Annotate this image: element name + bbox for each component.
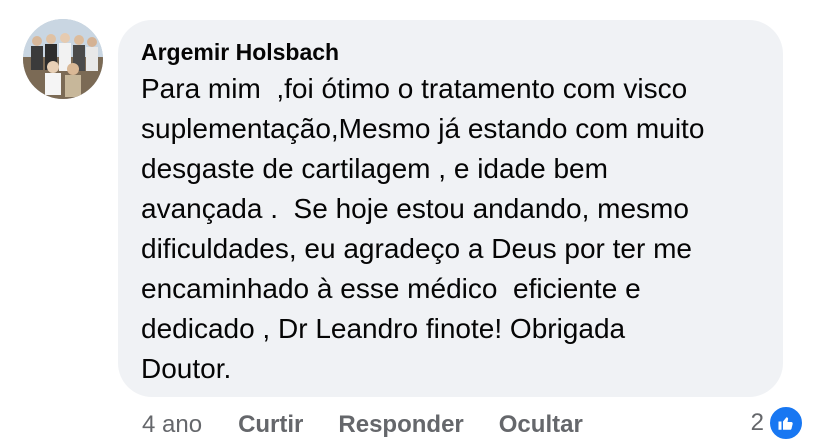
comment-actions: 4 ano Curtir Responder Ocultar [142,409,618,441]
like-icon [768,405,804,441]
timestamp[interactable]: 4 ano [142,411,202,439]
author-name[interactable]: Argemir Holsbach [141,38,759,66]
comment-bubble: Argemir Holsbach Para mim ,foi ótimo o t… [118,20,783,397]
thumbs-up-icon [778,417,793,430]
avatar[interactable] [23,19,103,99]
hide-button[interactable]: Ocultar [499,411,583,439]
avatar-photo [23,19,103,99]
reaction-count: 2 [750,409,764,436]
comment: Argemir Holsbach Para mim ,foi ótimo o t… [0,0,828,447]
like-button[interactable]: Curtir [238,411,303,439]
reply-button[interactable]: Responder [338,411,463,439]
comment-text: Para mim ,foi ótimo o tratamento com vis… [141,73,705,384]
reactions-summary[interactable]: 2 [751,405,804,441]
